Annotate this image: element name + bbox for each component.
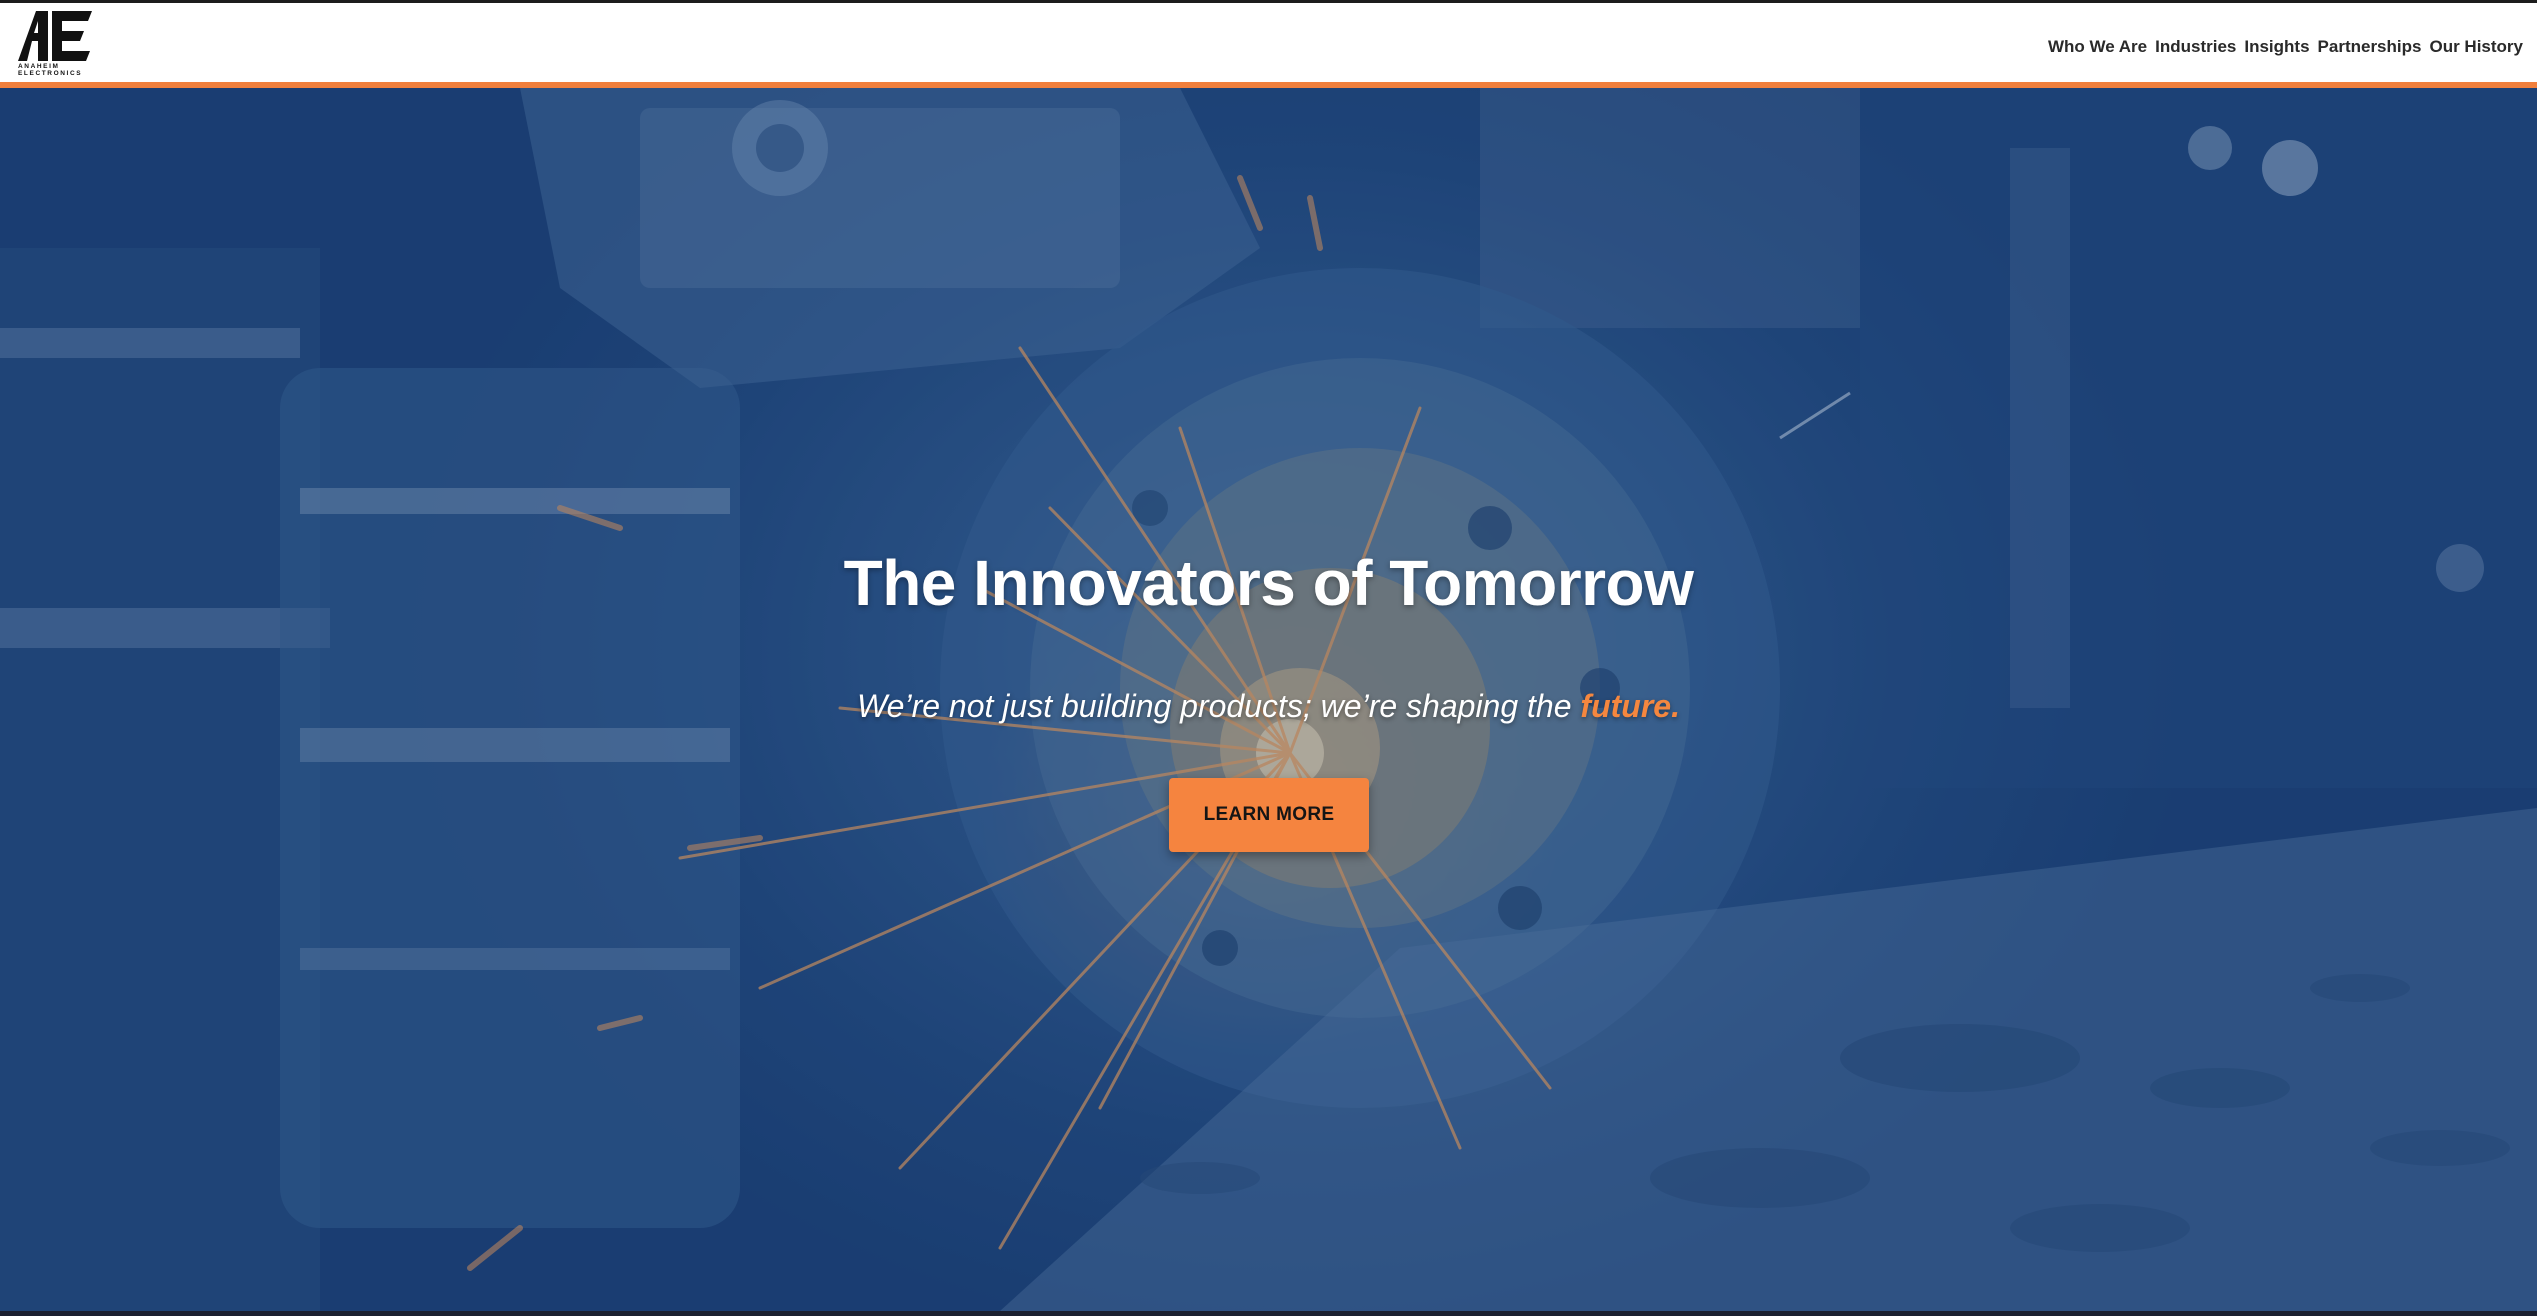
logo-mark	[18, 11, 92, 61]
bottom-edge	[0, 1311, 2537, 1316]
hero-content: The Innovators of Tomorrow We’re not jus…	[0, 88, 2537, 1311]
hero-title: The Innovators of Tomorrow	[843, 547, 1694, 619]
logo-wordmark: ANAHEIM ELECTRONICS	[18, 63, 94, 77]
logo-line-2: ELECTRONICS	[18, 70, 83, 77]
learn-more-button[interactable]: LEARN MORE	[1169, 778, 1369, 852]
hero-subtitle-lead: We’re not just building products; we’re …	[857, 688, 1581, 724]
logo-line-1: ANAHEIM	[18, 63, 60, 70]
nav-our-history[interactable]: Our History	[2429, 37, 2523, 57]
hero-subtitle: We’re not just building products; we’re …	[0, 688, 2537, 725]
site-header: ANAHEIM ELECTRONICS Who We Are Industrie…	[0, 3, 2537, 82]
nav-partnerships[interactable]: Partnerships	[2318, 37, 2422, 57]
site-logo[interactable]: ANAHEIM ELECTRONICS	[18, 11, 94, 77]
nav-industries[interactable]: Industries	[2155, 37, 2236, 57]
page: ANAHEIM ELECTRONICS Who We Are Industrie…	[0, 0, 2537, 1316]
hero-subtitle-accent: future.	[1580, 688, 1680, 724]
main-nav: Who We Are Industries Insights Partnersh…	[2048, 33, 2523, 61]
nav-who-we-are[interactable]: Who We Are	[2048, 37, 2147, 57]
nav-insights[interactable]: Insights	[2244, 37, 2309, 57]
hero-section: The Innovators of Tomorrow We’re not jus…	[0, 88, 2537, 1311]
